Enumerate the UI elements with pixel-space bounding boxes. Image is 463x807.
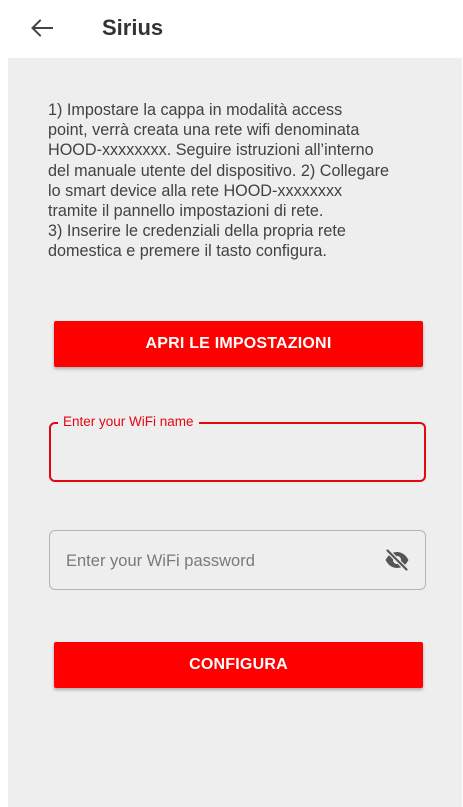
- wifi-name-label: Enter your WiFi name: [58, 414, 199, 430]
- wifi-password-input[interactable]: [64, 545, 368, 577]
- back-button[interactable]: [22, 10, 62, 46]
- wifi-name-input[interactable]: [63, 438, 417, 470]
- instructions-text: 1) Impostare la cappa in modalità access…: [48, 101, 390, 261]
- configure-button[interactable]: CONFIGURA: [54, 642, 423, 688]
- open-settings-button[interactable]: APRI LE IMPOSTAZIONI: [54, 321, 423, 367]
- toggle-password-visibility-button[interactable]: [383, 547, 411, 573]
- eye-off-icon: [385, 549, 409, 571]
- wifi-name-field[interactable]: Enter your WiFi name: [49, 414, 426, 482]
- app-bar: Sirius: [0, 0, 463, 58]
- page-title: Sirius: [102, 15, 164, 40]
- setup-panel: 1) Impostare la cappa in modalità access…: [8, 58, 462, 807]
- arrow-left-icon: [31, 19, 53, 37]
- wifi-password-field[interactable]: [49, 530, 426, 590]
